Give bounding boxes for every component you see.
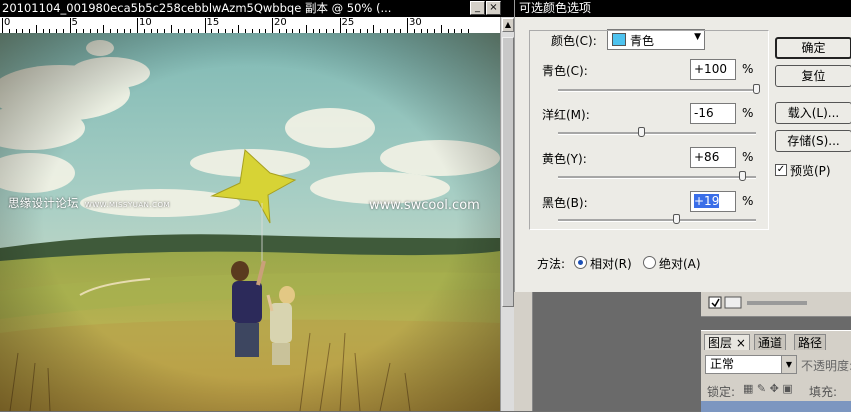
blend-mode-value: 正常 — [710, 357, 735, 371]
ruler-label: 5 — [71, 17, 78, 28]
close-window-button[interactable]: × — [486, 1, 501, 15]
fill-label: 填充: — [809, 385, 838, 399]
horizontal-ruler: 0 5 10 15 20 25 30 — [0, 17, 500, 34]
ruler-label: 25 — [341, 17, 355, 28]
document-title-bar[interactable]: 20101104_001980eca5b5c258cebblwAzm5Qwbbq… — [0, 0, 514, 17]
color-sliders-group: 青色(C): +100 % 洋红(M): -16 % 黄色(Y): +86 % … — [529, 30, 769, 230]
minimize-button[interactable]: _ — [470, 1, 485, 15]
ruler-minor-tick — [35, 25, 37, 33]
ruler-major-tick — [272, 18, 273, 33]
slider-label-black: 黑色(B): — [542, 196, 588, 210]
cyan-slider-track[interactable] — [558, 84, 760, 94]
method-relative-label[interactable]: 相对(R) — [590, 255, 632, 272]
magenta-slider-track[interactable] — [558, 127, 756, 137]
tab-paths[interactable]: 路径 — [794, 334, 827, 350]
percent-sign: % — [742, 106, 754, 120]
watermark-swcool: www.swcool.com — [369, 198, 480, 213]
magenta-value-field[interactable]: -16 — [690, 103, 736, 124]
method-relative-radio[interactable] — [574, 256, 587, 269]
watermark-text: 思缘设计论坛 — [8, 196, 79, 210]
ruler-minor-tick — [238, 25, 240, 33]
ruler-minor-tick — [373, 25, 375, 33]
selective-color-dialog: 可选颜色选项 颜色(C): 青色 ▼ 青色(C): +100 % 洋红(M): … — [514, 0, 851, 292]
yellow-value-field[interactable]: +86 — [690, 147, 736, 168]
ruler-label: 30 — [409, 17, 422, 28]
ruler-major-tick — [69, 18, 71, 33]
tab-layers-label: 图层 — [708, 336, 733, 350]
ruler-major-tick — [204, 18, 206, 33]
ruler-minor-tick — [170, 25, 172, 33]
layer-row[interactable] — [701, 401, 851, 412]
method-absolute-label[interactable]: 绝对(A) — [659, 255, 701, 272]
kite-photo: 思缘设计论坛 WWW.MISSYUAN.COM www.swcool.com — [0, 33, 500, 411]
chevron-down-icon: ▼ — [781, 356, 796, 373]
history-panel-fragment — [701, 292, 851, 317]
watermark-missyuan: 思缘设计论坛 WWW.MISSYUAN.COM — [8, 195, 170, 211]
slider-label-magenta: 洋红(M): — [542, 108, 590, 122]
scroll-up-arrow-icon[interactable]: ▲ — [502, 18, 514, 32]
tab-layers[interactable]: 图层 × — [704, 334, 750, 350]
document-vertical-scrollbar[interactable]: ▲ — [500, 17, 515, 411]
ruler-major-tick — [339, 18, 341, 33]
lower-workspace: 图层 × 通道 路径 正常 ▼ 不透明度: 锁定: ▦ ✎ ✥ ▣ 填充: — [514, 292, 851, 412]
save-button[interactable]: 存储(S)... — [775, 130, 851, 152]
preview-label[interactable]: 预览(P) — [790, 162, 831, 179]
side-strip — [514, 292, 533, 411]
preview-checkbox[interactable]: ✓ — [775, 164, 787, 176]
method-label: 方法: — [537, 257, 566, 271]
ruler-label: 20 — [274, 17, 287, 28]
slider-label-cyan: 青色(C): — [542, 64, 588, 78]
history-item-icon — [708, 296, 807, 309]
ok-button[interactable]: 确定 — [775, 37, 851, 59]
scroll-thumb[interactable] — [502, 37, 514, 307]
percent-sign: % — [742, 194, 754, 208]
black-slider-track[interactable] — [558, 214, 756, 224]
photo-image — [0, 33, 500, 411]
ruler-major-tick — [137, 18, 138, 33]
dialog-title[interactable]: 可选颜色选项 — [515, 0, 851, 17]
cyan-slider-handle[interactable] — [753, 84, 760, 94]
close-icon[interactable]: × — [736, 336, 746, 350]
black-slider-handle[interactable] — [672, 214, 680, 224]
ruler-label: 15 — [206, 17, 220, 28]
yellow-slider-handle[interactable] — [739, 171, 747, 181]
reset-button[interactable]: 复位 — [775, 65, 851, 87]
black-value-field[interactable]: +19 — [690, 191, 736, 212]
cyan-value-field[interactable]: +100 — [690, 59, 736, 80]
method-absolute-radio[interactable] — [643, 256, 656, 269]
load-button[interactable]: 载入(L)... — [775, 102, 851, 124]
radio-selected-dot — [578, 260, 583, 265]
slider-label-yellow: 黄色(Y): — [542, 152, 587, 166]
lock-icons[interactable]: ▦ ✎ ✥ ▣ — [743, 382, 793, 395]
tab-channels[interactable]: 通道 — [754, 334, 787, 350]
ruler-minor-tick — [305, 25, 307, 33]
black-value-selected: +19 — [694, 194, 720, 208]
ruler-major-tick — [2, 18, 3, 33]
ruler-label: 0 — [4, 17, 11, 28]
document-title: 20101104_001980eca5b5c258cebblwAzm5Qwbbq… — [2, 1, 392, 15]
layers-panel: 图层 × 通道 路径 正常 ▼ 不透明度: 锁定: ▦ ✎ ✥ ▣ 填充: — [701, 330, 851, 412]
ruler-minor-tick — [103, 25, 105, 33]
ruler-minor-tick — [440, 25, 442, 33]
watermark-url: WWW.MISSYUAN.COM — [84, 201, 171, 209]
opacity-label: 不透明度: — [801, 359, 851, 373]
document-window: 20101104_001980eca5b5c258cebblwAzm5Qwbbq… — [0, 0, 515, 411]
history-item[interactable] — [707, 294, 847, 312]
ruler-label: 10 — [139, 17, 152, 28]
percent-sign: % — [742, 62, 754, 76]
yellow-slider-track[interactable] — [558, 171, 756, 181]
percent-sign: % — [742, 150, 754, 164]
lock-label: 锁定: — [707, 385, 736, 399]
ruler-major-tick — [407, 18, 408, 33]
blend-mode-select[interactable]: 正常 ▼ — [705, 355, 797, 374]
magenta-slider-handle[interactable] — [638, 127, 646, 137]
